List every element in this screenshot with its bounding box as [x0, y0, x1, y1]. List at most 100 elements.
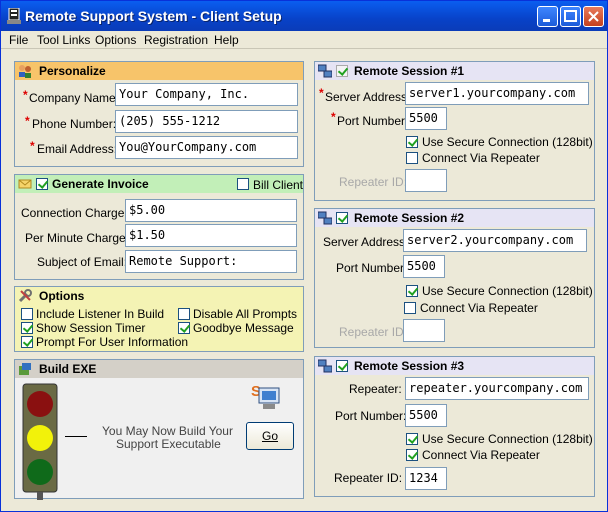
invoice-panel: Generate Invoice Bill Client Connection …	[14, 174, 304, 280]
session2-port-label: Port Number:	[336, 261, 408, 275]
session1-port-input[interactable]: 5500	[405, 107, 447, 130]
session1-server-input[interactable]: server1.yourcompany.com	[405, 82, 589, 105]
per-minute-charge-label: Per Minute Charge:	[25, 231, 130, 245]
session1-repeater-id-input[interactable]	[405, 169, 447, 192]
traffic-light-icon	[22, 383, 58, 500]
required-marker: *	[23, 88, 28, 102]
menu-file[interactable]: File	[9, 33, 28, 47]
minimize-icon	[543, 19, 550, 22]
session3-port-input[interactable]: 5500	[405, 404, 447, 427]
session2-repeater-id-input[interactable]	[403, 319, 445, 342]
options-title: Options	[39, 289, 85, 303]
bill-client-checkbox[interactable]	[237, 178, 249, 190]
session3-port-label: Port Number:	[335, 409, 407, 423]
session3-repeater-address-label: Repeater:	[349, 382, 402, 396]
menu-registration[interactable]: Registration	[144, 33, 208, 47]
menu-help[interactable]: Help	[214, 33, 239, 47]
session3-repeater-checkbox[interactable]	[406, 449, 418, 461]
network-icon	[318, 64, 332, 78]
session1-title: Remote Session #1	[354, 64, 465, 78]
build-icon	[19, 363, 31, 375]
required-marker: *	[30, 139, 35, 153]
disable-prompts-checkbox[interactable]	[178, 308, 190, 320]
show-timer-label: Show Session Timer	[36, 321, 146, 335]
window-title: Remote Support System - Client Setup	[25, 8, 282, 24]
session3-panel: Remote Session #3 Repeater: repeater.you…	[314, 356, 595, 497]
session2-server-label: Server Address:	[323, 235, 409, 249]
show-timer-checkbox[interactable]	[21, 322, 33, 334]
goodbye-checkbox[interactable]	[178, 322, 190, 334]
bill-client-label: Bill Client	[253, 178, 304, 192]
session2-panel: Remote Session #2 Server Address: server…	[314, 208, 595, 348]
envelope-icon	[18, 179, 32, 189]
maximize-button[interactable]	[560, 6, 581, 27]
options-header: Options	[15, 287, 303, 305]
close-icon	[588, 11, 599, 22]
prompt-user-label: Prompt For User Information	[36, 335, 189, 349]
session1-header: Remote Session #1	[315, 62, 594, 80]
session3-repeater-id-input[interactable]: 1234	[405, 467, 447, 490]
required-marker: *	[319, 86, 324, 100]
email-address-input[interactable]: You@YourCompany.com	[115, 136, 298, 159]
personalize-header: Personalize	[15, 62, 303, 80]
subject-input[interactable]: Remote Support:	[125, 250, 297, 273]
session3-repeater-id-label: Repeater ID:	[334, 471, 403, 485]
session3-enable-checkbox[interactable]	[336, 360, 348, 372]
session3-title: Remote Session #3	[354, 359, 465, 373]
personalize-panel: Personalize * Company Name: Your Company…	[14, 61, 304, 167]
close-button[interactable]	[583, 6, 604, 27]
prompt-user-checkbox[interactable]	[21, 336, 33, 348]
session2-repeater-checkbox[interactable]	[404, 302, 416, 314]
per-minute-charge-input[interactable]: $1.50	[125, 224, 297, 247]
connection-charge-input[interactable]: $5.00	[125, 199, 297, 222]
invoice-title: Generate Invoice	[52, 177, 149, 191]
company-label: Company Name:	[29, 91, 120, 105]
menu-bar: File Tool Links Options Registration Hel…	[1, 31, 607, 49]
build-title: Build EXE	[39, 362, 97, 376]
session2-enable-checkbox[interactable]	[336, 212, 348, 224]
required-marker: *	[331, 110, 336, 124]
title-bar[interactable]: Remote Support System - Client Setup	[1, 1, 607, 31]
people-icon	[19, 65, 31, 78]
disable-prompts-label: Disable All Prompts	[193, 307, 298, 321]
session2-server-input[interactable]: server2.yourcompany.com	[403, 229, 587, 252]
invoice-header: Generate Invoice Bill Client	[15, 175, 303, 193]
menu-options[interactable]: Options	[95, 33, 136, 47]
session1-repeater-id-label: Repeater ID:	[339, 175, 408, 189]
options-panel: Options Include Listener In Build Show S…	[14, 286, 304, 352]
app-icon	[7, 8, 21, 24]
generate-invoice-checkbox[interactable]	[36, 178, 48, 190]
session3-secure-label: Use Secure Connection (128bit)	[422, 432, 593, 446]
go-button[interactable]: Go	[246, 422, 294, 450]
session3-repeater-address-input[interactable]: repeater.yourcompany.com	[405, 377, 589, 400]
session3-header: Remote Session #3	[315, 357, 594, 375]
session2-repeater-label: Connect Via Repeater	[420, 301, 538, 315]
goodbye-label: Goodbye Message	[193, 321, 294, 335]
session1-secure-label: Use Secure Connection (128bit)	[422, 135, 593, 149]
divider	[65, 436, 87, 437]
session1-secure-checkbox[interactable]	[406, 136, 418, 148]
phone-label: Phone Number:	[32, 117, 117, 131]
go-label: Go	[261, 429, 278, 443]
computer-icon: S	[251, 383, 280, 409]
include-listener-label: Include Listener In Build	[36, 307, 165, 321]
company-name-input[interactable]: Your Company, Inc.	[115, 83, 298, 106]
include-listener-checkbox[interactable]	[21, 308, 33, 320]
session3-repeater-label: Connect Via Repeater	[422, 448, 540, 462]
build-panel: Build EXE You May Now Build Your Support…	[14, 359, 304, 500]
network-icon	[318, 211, 332, 225]
session1-repeater-checkbox[interactable]	[406, 152, 418, 164]
menu-tool-links[interactable]: Tool Links	[37, 33, 90, 47]
session2-secure-checkbox[interactable]	[406, 285, 418, 297]
session2-port-input[interactable]: 5500	[403, 255, 445, 278]
email-label: Email Address:	[37, 142, 118, 156]
session2-header: Remote Session #2	[315, 209, 594, 227]
session2-repeater-id-label: Repeater ID:	[339, 325, 408, 339]
session1-panel: Remote Session #1 * Server Address: serv…	[314, 61, 595, 201]
session1-enable-checkbox	[336, 65, 348, 77]
connection-charge-label: Connection Charge:	[21, 206, 128, 220]
minimize-button[interactable]	[537, 6, 558, 27]
main-window: Remote Support System - Client Setup Fil…	[0, 0, 608, 512]
phone-number-input[interactable]: (205) 555-1212	[115, 110, 298, 133]
session3-secure-checkbox[interactable]	[406, 433, 418, 445]
